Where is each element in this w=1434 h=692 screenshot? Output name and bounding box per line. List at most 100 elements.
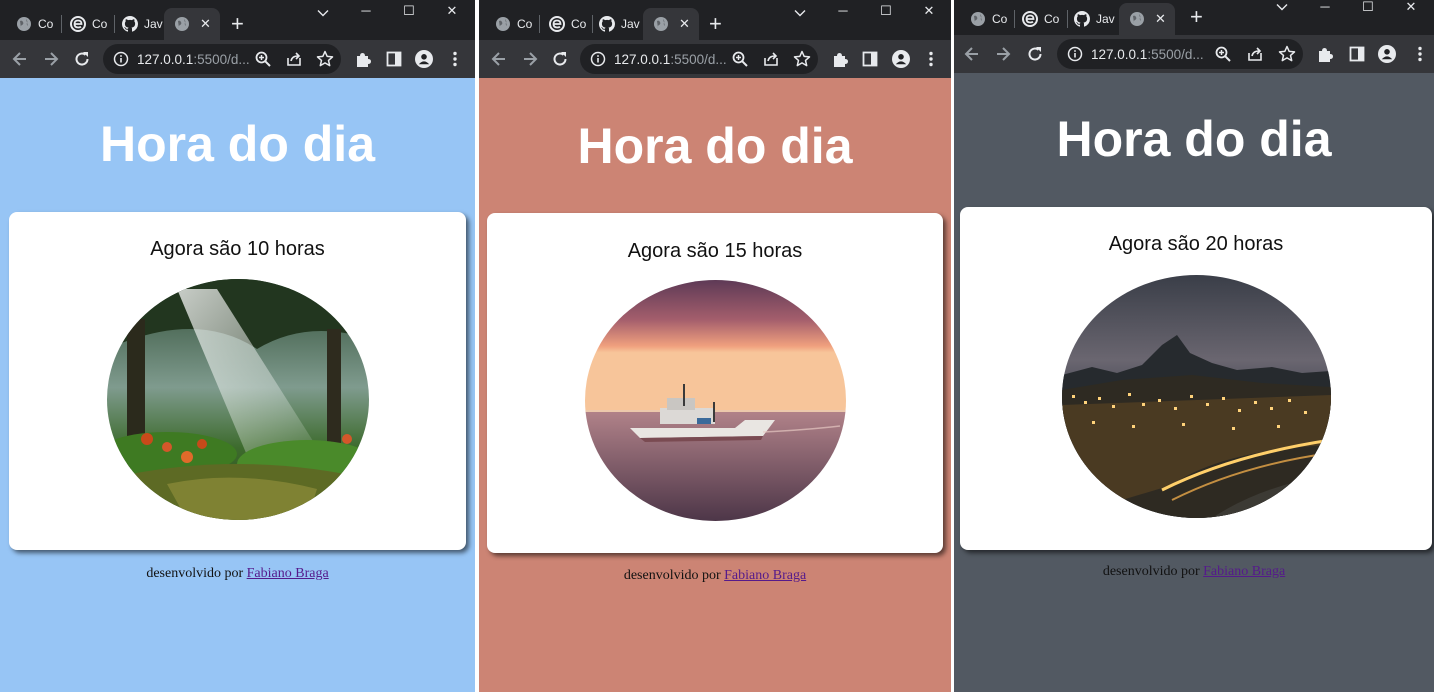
close-tab-icon[interactable]: ✕ [200,16,211,32]
minimize-icon[interactable]: ─ [356,4,376,17]
tab-active[interactable]: ✕ [643,8,699,40]
author-link[interactable]: Fabiano Braga [1203,564,1285,579]
maximize-icon[interactable]: ☐ [1358,0,1378,13]
tab-label: Co [1044,12,1060,26]
forward-icon[interactable] [993,44,1013,64]
back-icon[interactable] [489,49,509,69]
tab-label: Jav [1096,12,1115,26]
side-panel-icon[interactable] [1347,44,1367,64]
back-icon[interactable] [10,49,30,69]
chevron-down-icon[interactable] [1272,0,1292,16]
tab-1[interactable]: Co [485,8,537,40]
globe-icon [174,16,190,32]
extensions-icon[interactable] [830,49,850,69]
maximize-icon[interactable]: ☐ [399,4,419,17]
forest-photo [107,279,369,520]
tab-label: Co [92,17,108,31]
tab-3[interactable]: Jav [112,8,164,40]
zoom-icon[interactable] [730,49,750,69]
edge-c-icon [70,16,86,32]
toolbar: 127.0.0.1:5500/d... [0,40,475,78]
tab-3[interactable]: Jav [589,8,641,40]
minimize-icon[interactable]: ─ [833,4,853,17]
reload-icon[interactable] [72,49,92,69]
city-night-photo [1062,275,1331,518]
tab-1[interactable]: Co [960,3,1012,35]
menu-icon[interactable] [921,49,941,69]
zoom-icon[interactable] [253,49,273,69]
globe-icon [1129,11,1145,27]
address-host: 127.0.0.1 [614,51,671,67]
zoom-icon[interactable] [1213,44,1233,64]
info-icon[interactable] [113,51,129,67]
new-tab-button[interactable]: + [231,13,244,35]
globe-icon [495,16,511,32]
author-link[interactable]: Fabiano Braga [724,568,806,583]
forward-icon[interactable] [41,49,61,69]
tab-3[interactable]: Jav [1064,3,1116,35]
tab-label: Co [38,17,54,31]
info-icon[interactable] [1067,46,1083,62]
time-message: Agora são 15 horas [627,240,803,262]
new-tab-button[interactable]: + [1190,6,1203,28]
star-icon[interactable] [315,49,335,69]
close-tab-icon[interactable]: ✕ [1155,11,1166,27]
page-title: Hora do dia [577,118,853,174]
close-window-icon[interactable]: ✕ [442,4,462,17]
share-icon[interactable] [1245,44,1265,64]
toolbar: 127.0.0.1:5500/d... [954,35,1434,73]
profile-icon[interactable] [891,49,911,69]
tab-2[interactable]: Co [60,8,112,40]
share-icon[interactable] [284,49,304,69]
star-icon[interactable] [1277,44,1297,64]
address-bar[interactable]: 127.0.0.1:5500/d... [1057,39,1303,69]
side-panel-icon[interactable] [384,49,404,69]
close-window-icon[interactable]: ✕ [919,4,939,17]
profile-icon[interactable] [414,49,434,69]
footer-prefix: desenvolvido por [1102,564,1200,579]
address-text: 127.0.0.1:5500/d... [137,52,250,67]
footer-prefix: desenvolvido por [623,568,721,583]
time-message: Agora são 20 horas [1108,233,1284,255]
tab-2[interactable]: Co [1012,3,1064,35]
side-panel-icon[interactable] [860,49,880,69]
tab-strip: Co Co Jav ✕ + ─ ☐ ✕ [954,0,1434,35]
time-card: Agora são 15 horas [487,213,943,553]
chevron-down-icon[interactable] [790,6,810,22]
address-bar[interactable]: 127.0.0.1:5500/d... [580,44,818,74]
time-card: Agora são 20 horas [960,207,1432,550]
maximize-icon[interactable]: ☐ [876,4,896,17]
close-window-icon[interactable]: ✕ [1401,0,1421,13]
toolbar: 127.0.0.1:5500/d... [479,40,951,78]
address-path: :5500/d... [1147,46,1204,62]
forward-icon[interactable] [520,49,540,69]
page-title: Hora do dia [1056,111,1332,167]
address-bar[interactable]: 127.0.0.1:5500/d... [103,44,341,74]
page-content: Hora do dia Agora são 20 horas desenvolv… [954,73,1434,692]
tab-label: Jav [144,17,163,31]
time-card: Agora são 10 horas [9,212,466,550]
star-icon[interactable] [792,49,812,69]
info-icon[interactable] [590,51,606,67]
chevron-down-icon[interactable] [313,6,333,22]
close-tab-icon[interactable]: ✕ [679,16,690,32]
address-text: 127.0.0.1:5500/d... [614,52,727,67]
share-icon[interactable] [761,49,781,69]
tab-1[interactable]: Co [6,8,58,40]
new-tab-button[interactable]: + [709,13,722,35]
tab-active[interactable]: ✕ [164,8,220,40]
minimize-icon[interactable]: ─ [1315,0,1335,13]
tab-2[interactable]: Co [539,8,591,40]
footer: desenvolvido por Fabiano Braga [0,566,475,582]
author-link[interactable]: Fabiano Braga [247,566,329,581]
menu-icon[interactable] [445,49,465,69]
reload-icon[interactable] [550,49,570,69]
menu-icon[interactable] [1410,44,1430,64]
back-icon[interactable] [962,44,982,64]
extensions-icon[interactable] [353,49,373,69]
extensions-icon[interactable] [1315,44,1335,64]
github-icon [1074,11,1090,27]
tab-active[interactable]: ✕ [1119,3,1175,35]
reload-icon[interactable] [1025,44,1045,64]
profile-icon[interactable] [1377,44,1397,64]
